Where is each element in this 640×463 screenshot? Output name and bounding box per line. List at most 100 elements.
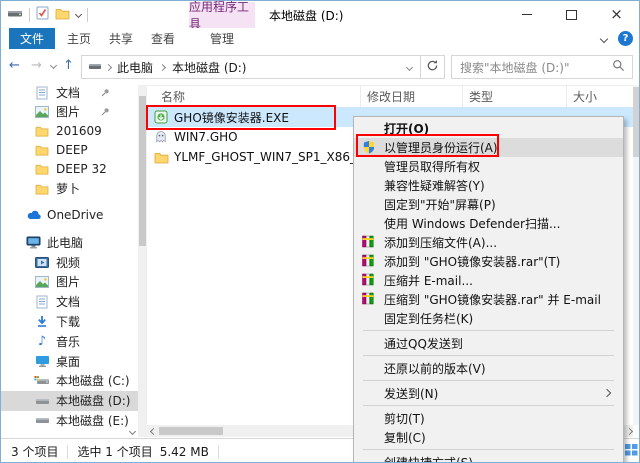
column-header-type[interactable]: 类型 [463,85,567,107]
nav-scrollbar-thumb[interactable] [139,96,146,246]
refresh-button[interactable] [420,55,445,79]
column-header-date-modified[interactable]: 修改日期 [361,85,463,107]
forward-icon[interactable]: → [31,58,42,73]
breadcrumb-this-pc[interactable]: 此电脑 [117,59,153,76]
sidebar-item-pictures[interactable]: 图片 [1,272,138,292]
sidebar-item-music[interactable]: ♪ 音乐 [1,331,138,351]
scroll-down-icon[interactable] [126,426,138,437]
sidebar-item-local-disk-e[interactable]: 本地磁盘 (E:) [1,411,138,431]
menu-item-compress-and-email[interactable]: 压缩并 E-mail... [354,271,623,290]
maximize-button[interactable] [549,1,594,28]
maximize-icon [566,9,577,20]
sidebar-item-desktop[interactable]: 桌面 [1,351,138,371]
recent-locations-chevron-icon[interactable] [49,61,58,70]
sidebar-item-videos[interactable]: 视频 [1,252,138,272]
menu-item-pin-to-taskbar[interactable]: 固定到任务栏(K) [354,309,623,328]
sidebar-item-label: 图片 [56,275,81,290]
item-count: 3 个项目 [11,445,59,459]
menu-item-take-ownership[interactable]: 管理员取得所有权 [354,157,623,176]
sidebar-item-201609[interactable]: 201609 [1,121,138,140]
back-icon[interactable]: ← [9,58,20,73]
scroll-right-icon[interactable] [624,426,634,436]
tab-share[interactable]: 共享 [101,28,141,49]
sidebar-item-label: 本地磁盘 (C:) [56,374,130,389]
search-icon[interactable] [612,59,625,75]
close-icon: × [610,5,623,23]
minimize-icon [521,14,532,15]
menu-item-copy[interactable]: 复制(C) [354,428,623,447]
sidebar-item-label: 音乐 [56,334,81,349]
sidebar-item-label: 下载 [56,314,81,329]
menu-item-pin-to-start[interactable]: 固定到"开始"屏幕(P) [354,195,623,214]
column-header-name[interactable]: 名称 [147,85,361,107]
menu-separator [363,449,614,450]
tab-home[interactable]: 主页 [59,28,99,49]
thumbnail-view-button[interactable] [624,443,639,457]
sidebar-item-onedrive[interactable]: OneDrive [1,205,138,224]
sidebar-item-this-pc[interactable]: 此电脑 [1,233,138,252]
close-button[interactable]: × [594,1,639,28]
customize-qat-chevron-icon[interactable] [74,10,83,19]
sidebar-item-label: 本地磁盘 (D:) [56,394,131,409]
drive-icon [34,393,50,408]
file-name: WIN7.GHO [174,130,238,144]
file-name: GHO镜像安装器.EXE [174,110,289,125]
breadcrumb[interactable]: 此电脑 本地磁盘 (D:) [81,55,421,79]
menu-item-add-to-named-rar[interactable]: 添加到 "GHO镜像安装器.rar"(T) [354,252,623,271]
this-pc-group: 此电脑 视频 图片 文档 下载 ♪ 音乐 桌面 本地磁盘 (C:) 本地磁盘 (… [1,233,138,430]
address-dropdown-chevron-icon[interactable] [405,63,414,71]
sidebar-item-luobo[interactable]: 萝卜 [1,179,138,198]
help-icon[interactable]: ? [618,31,633,46]
menu-item-open[interactable]: 打开(O) [354,119,623,138]
menu-item-scan-with-defender[interactable]: 使用 Windows Defender扫描... [354,214,623,233]
menu-item-compatibility-troubleshoot[interactable]: 兼容性疑难解答(Y) [354,176,623,195]
separator [217,444,219,459]
expand-ribbon-chevron-icon[interactable] [599,34,609,44]
music-icon: ♪ [37,333,47,349]
downloads-icon [34,314,50,329]
menu-item-restore-previous-versions[interactable]: 还原以前的版本(V) [354,359,623,378]
properties-icon[interactable] [36,6,49,23]
onedrive-cloud-icon [25,207,41,222]
column-header-size[interactable]: 大小 [567,85,633,107]
context-menu: 打开(O) 以管理员身份运行(A) 管理员取得所有权 兼容性疑难解答(Y) 固定… [353,116,624,462]
sidebar-item-deep-32[interactable]: DEEP 32 [1,160,138,179]
breadcrumb-current[interactable]: 本地磁盘 (D:) [172,59,246,76]
minimize-button[interactable] [504,1,549,28]
tab-manage[interactable]: 管理 [189,28,255,49]
pictures-icon [34,104,50,119]
computer-icon [25,235,41,250]
scroll-left-icon[interactable] [148,426,158,436]
sidebar-item-label: 视频 [56,255,81,270]
search-input[interactable]: 搜索"本地磁盘 (D:)" [451,55,633,79]
winrar-icon [362,254,376,268]
menu-item-add-to-archive[interactable]: 添加到压缩文件(A)... [354,233,623,252]
sidebar-item-local-disk-c[interactable]: 本地磁盘 (C:) [1,371,138,391]
menu-item-run-as-administrator[interactable]: 以管理员身份运行(A) [354,138,623,157]
pictures-icon [34,274,50,289]
up-icon[interactable]: ↑ [63,58,74,73]
list-horizontal-scrollbar-thumb[interactable] [159,427,223,435]
sidebar-item-downloads[interactable]: 下载 [1,312,138,332]
menu-item-compress-to-rar-and-email[interactable]: 压缩到 "GHO镜像安装器.rar" 并 E-mail [354,290,623,309]
tab-file[interactable]: 文件 [9,28,55,49]
new-folder-icon[interactable] [55,7,70,23]
list-vertical-scrollbar-thumb[interactable] [633,87,639,157]
menu-item-send-via-qq[interactable]: 通过QQ发送到 [354,334,623,353]
sidebar-item-local-disk-d[interactable]: 本地磁盘 (D:) [1,390,138,411]
sidebar-item-pictures-quick[interactable]: 图片 [1,102,138,121]
sidebar-item-documents-quick[interactable]: 文档 [1,83,138,102]
winrar-icon [362,235,376,249]
menu-item-send-to[interactable]: 发送到(N) [354,384,623,403]
sidebar-item-documents[interactable]: 文档 [1,292,138,312]
submenu-chevron-icon [602,388,612,398]
ribbon-tab-bar: 文件 主页 共享 查看 管理 ? [1,28,639,50]
tab-view[interactable]: 查看 [143,28,183,49]
menu-separator [363,405,614,406]
menu-item-cut[interactable]: 剪切(T) [354,409,623,428]
quick-access-toolbar [7,6,88,23]
sidebar-item-deep[interactable]: DEEP [1,141,138,160]
menu-item-create-shortcut[interactable]: 创建快捷方式(S) [354,453,623,462]
address-bar: ← → ↑ 此电脑 本地磁盘 (D:) 搜索"本地磁盘 (D:)" [1,49,639,86]
folder-icon [34,123,50,138]
